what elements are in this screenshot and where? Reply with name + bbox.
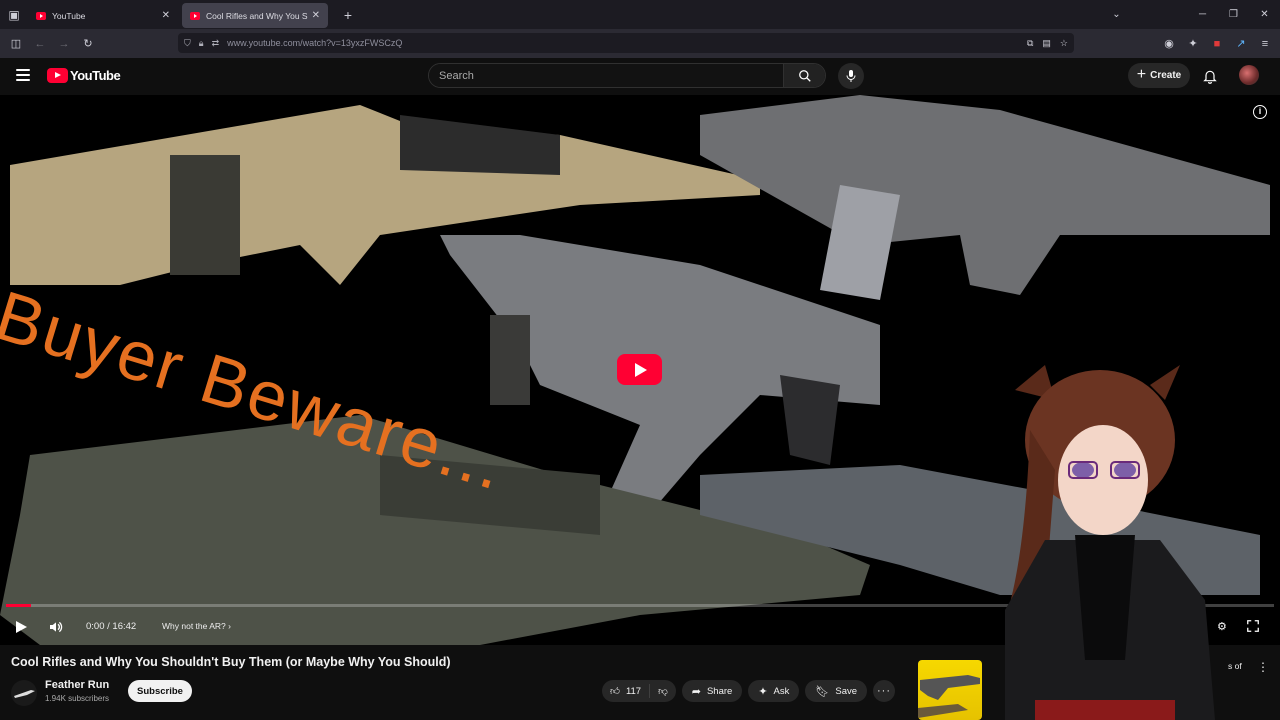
video-title: Cool Rifles and Why You Shouldn't Buy Th… bbox=[11, 655, 451, 669]
volume-icon[interactable] bbox=[48, 619, 64, 635]
like-button[interactable]: 👍︎ 117 bbox=[602, 680, 649, 702]
lock-icon[interactable]: 🔒︎ bbox=[199, 38, 204, 49]
logo-text: YouTube bbox=[70, 68, 121, 83]
related-video-menu-icon[interactable]: ⋮ bbox=[1257, 660, 1269, 674]
thumbs-down-icon: 👎︎ bbox=[658, 686, 668, 697]
restore-icon[interactable]: ❐ bbox=[1218, 9, 1249, 20]
shield-icon[interactable]: ⛉ bbox=[184, 38, 191, 49]
vtuber-avatar-overlay bbox=[1005, 365, 1215, 720]
reader-view-icon[interactable]: ▤ bbox=[1042, 38, 1051, 49]
rifle-thumbnail-artwork bbox=[918, 675, 980, 718]
minimize-icon[interactable]: ─ bbox=[1187, 9, 1218, 20]
youtube-logo[interactable]: YouTube bbox=[47, 68, 121, 83]
channel-avatar[interactable] bbox=[11, 680, 37, 706]
tab-overflow-chevron-icon[interactable]: ⌄ bbox=[1101, 9, 1132, 20]
extension-translate-icon[interactable]: ↗ bbox=[1232, 37, 1250, 50]
bookmark-icon: 🔖︎ bbox=[815, 685, 830, 698]
tab-close-icon[interactable]: ✕ bbox=[162, 10, 170, 21]
like-dislike-group: 👍︎ 117 👎︎ bbox=[602, 680, 676, 702]
related-video-thumbnail[interactable] bbox=[918, 660, 982, 720]
tab-list-icon[interactable]: ▣ bbox=[0, 0, 28, 29]
youtube-favicon-icon bbox=[36, 11, 46, 20]
chapter-title[interactable]: Why not the AR? › bbox=[162, 621, 231, 631]
picture-in-picture-icon[interactable]: ⧉ bbox=[1027, 38, 1033, 49]
user-avatar[interactable] bbox=[1239, 65, 1259, 85]
ask-button[interactable]: ✦ Ask bbox=[748, 680, 800, 702]
bell-icon bbox=[1203, 70, 1217, 84]
video-actions: 👍︎ 117 👎︎ ➦ Share ✦ Ask 🔖︎ Save ··· bbox=[602, 680, 896, 702]
browser-tab-youtube[interactable]: YouTube ✕ bbox=[28, 3, 178, 28]
share-button[interactable]: ➦ Share bbox=[681, 680, 743, 702]
plus-icon: + bbox=[1136, 65, 1147, 83]
address-bar[interactable]: ⛉ 🔒︎ ⇄ www.youtube.com/watch?v=13yxzFWSC… bbox=[178, 33, 1074, 53]
search-input[interactable] bbox=[429, 64, 783, 87]
dislike-button[interactable]: 👎︎ bbox=[650, 680, 676, 702]
voice-search-button[interactable] bbox=[838, 63, 864, 89]
play-icon[interactable] bbox=[16, 621, 27, 633]
tab-title: Cool Rifles and Why You Shoulc bbox=[206, 10, 308, 21]
like-count: 117 bbox=[625, 685, 642, 697]
youtube-favicon-icon bbox=[190, 11, 200, 20]
new-tab-icon[interactable]: + bbox=[336, 7, 360, 23]
save-button[interactable]: 🔖︎ Save bbox=[805, 680, 868, 702]
save-label: Save bbox=[835, 685, 858, 697]
back-icon[interactable]: ← bbox=[28, 32, 52, 56]
related-video-text: s of bbox=[1228, 661, 1242, 671]
subscriber-count: 1.94K subscribers bbox=[45, 694, 110, 703]
extensions-icon[interactable]: ✦ bbox=[1184, 37, 1202, 50]
share-label: Share bbox=[706, 685, 733, 697]
thumbs-up-icon: 👍︎ bbox=[610, 686, 620, 697]
tab-title: YouTube bbox=[52, 10, 86, 21]
ask-label: Ask bbox=[773, 685, 790, 697]
search-icon bbox=[798, 69, 811, 82]
microphone-icon bbox=[846, 70, 856, 82]
guide-menu-icon[interactable] bbox=[16, 69, 30, 81]
progress-fill bbox=[6, 604, 32, 607]
app-menu-icon[interactable]: ≡ bbox=[1256, 38, 1274, 50]
permissions-icon[interactable]: ⇄ bbox=[212, 38, 220, 49]
close-window-icon[interactable]: ✕ bbox=[1249, 9, 1280, 20]
reload-icon[interactable]: ↻ bbox=[76, 32, 100, 56]
youtube-play-logo-icon bbox=[47, 68, 68, 83]
notifications-button[interactable] bbox=[1202, 68, 1218, 89]
channel-logo-icon bbox=[14, 690, 35, 698]
browser-nav-bar: ◫ ← → ↻ ⛉ 🔒︎ ⇄ www.youtube.com/watch?v=1… bbox=[0, 29, 1280, 58]
chapter-label: Why not the AR? bbox=[162, 621, 226, 631]
extension-red-icon[interactable]: ■ bbox=[1208, 38, 1226, 50]
browser-tab-video[interactable]: Cool Rifles and Why You Shoulc ✕ bbox=[182, 3, 328, 28]
time-display: 0:00 / 16:42 bbox=[86, 621, 137, 632]
window-controls: ⌄ ─ ❐ ✕ bbox=[1101, 0, 1280, 29]
share-icon: ➦ bbox=[691, 685, 701, 698]
channel-name[interactable]: Feather Run bbox=[45, 679, 109, 691]
toolbar-right: ◉ ✦ ■ ↗ ≡ bbox=[1160, 29, 1274, 58]
more-actions-icon[interactable]: ··· bbox=[873, 680, 896, 702]
browser-tab-bar: ▣ YouTube ✕ Cool Rifles and Why You Shou… bbox=[0, 0, 1280, 29]
forward-icon[interactable]: → bbox=[52, 32, 76, 56]
subscribe-button[interactable]: Subscribe bbox=[128, 680, 192, 702]
bookmark-star-icon[interactable]: ☆ bbox=[1060, 38, 1068, 49]
sparkle-icon: ✦ bbox=[758, 685, 768, 698]
info-icon[interactable]: i bbox=[1253, 105, 1267, 119]
youtube-header: YouTube + Create bbox=[0, 58, 1280, 95]
create-button[interactable]: + Create bbox=[1128, 63, 1190, 88]
search-button[interactable] bbox=[783, 64, 825, 87]
tab-close-icon[interactable]: ✕ bbox=[312, 10, 320, 21]
url-text: www.youtube.com/watch?v=13yxzFWSCzQ bbox=[227, 38, 403, 48]
account-icon[interactable]: ◉ bbox=[1160, 37, 1178, 50]
create-label: Create bbox=[1150, 70, 1182, 81]
large-play-button[interactable] bbox=[617, 354, 662, 385]
search-box bbox=[428, 63, 826, 88]
sidebar-toggle-icon[interactable]: ◫ bbox=[4, 32, 28, 56]
